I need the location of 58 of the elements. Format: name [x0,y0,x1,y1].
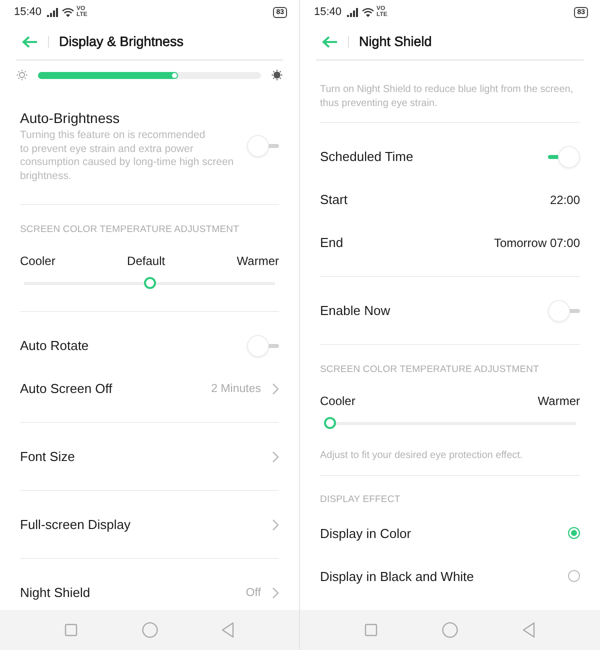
square-nav-icon[interactable] [363,622,379,638]
radio-button[interactable] [568,570,580,582]
setting-label: Scheduled Time [320,149,414,164]
chevron-right-icon [272,382,279,394]
chevron-right-icon [272,518,279,530]
setting-label[interactable]: Night Shield [20,585,90,600]
slider-label: Warmer [538,393,580,409]
slider-label: Cooler [320,393,356,409]
setting-value: Off [246,586,261,598]
setting-value[interactable]: 22:00 [550,192,580,206]
toggle-switch[interactable] [548,146,580,168]
option-label[interactable]: Display in Black and White [320,568,474,584]
status-time: 15:40 [314,6,342,18]
signal-icon [46,8,59,16]
toggle-switch[interactable] [247,334,279,356]
chevron-right-icon [272,586,279,598]
setting-value: 2 Minutes [211,382,261,394]
page-title: Display & Brightness [59,34,184,49]
hint-text: Turn on Night Shield to reduce blue light from the screen, thus preventing eye strain. [320,83,574,110]
slider-label: Default [127,253,166,269]
option-label[interactable]: Display in Color [320,526,412,540]
section-heading: SCREEN COLOR TEMPERATURE ADJUSTMENT [20,222,240,236]
slider-label: Cooler [20,253,56,269]
slider-label: Warmer [236,253,279,269]
signal-icon [346,8,359,16]
slider-thumb[interactable] [144,277,156,289]
hint-text: Adjust to fit your desired eye protection effect. [320,449,524,462]
wifi-icon [362,8,374,16]
setting-label: Auto Rotate [20,338,89,353]
toggle-switch[interactable] [247,135,279,157]
slider-thumb[interactable] [324,417,336,429]
setting-label[interactable]: Font Size [20,449,75,464]
page-title: Night Shield [359,34,432,49]
square-nav-icon[interactable] [62,622,79,638]
back-triangle-icon[interactable] [220,622,236,638]
setting-label: Auto-Brightness [20,109,121,127]
setting-value[interactable]: Tomorrow 07:00 [494,236,580,250]
status-time: 15:40 [14,6,42,18]
setting-description: Turning this feature on is recommended to prevent eye strain and extra power consumption caused by long-time high screen brightness. [20,129,234,183]
home-circle-icon[interactable] [442,622,458,638]
setting-label[interactable]: End [320,235,344,250]
setting-label: Enable Now [320,303,390,318]
setting-label[interactable]: Start [320,192,348,207]
home-circle-icon[interactable] [142,622,158,638]
section-heading: SCREEN COLOR TEMPERATURE ADJUSTMENT [320,362,540,376]
chevron-right-icon [272,450,279,462]
sun-outline-icon [16,69,28,81]
sun-icon [271,69,283,81]
radio-button[interactable] [568,527,580,539]
brightness-slider[interactable] [38,72,261,78]
toggle-switch[interactable] [548,300,580,322]
setting-label[interactable]: Full-screen Display [20,517,131,532]
back-triangle-icon[interactable] [521,622,537,638]
back-arrow-icon[interactable] [22,36,38,48]
section-heading: DISPLAY EFFECT [320,493,402,507]
back-arrow-icon[interactable] [322,36,338,48]
wifi-icon [62,8,74,16]
setting-label[interactable]: Auto Screen Off [20,381,112,396]
